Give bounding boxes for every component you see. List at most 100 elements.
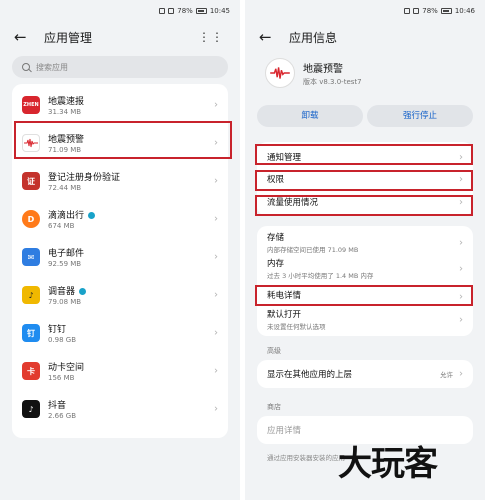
chevron-right-icon: › bbox=[214, 289, 218, 301]
app-size: 2.66 GB bbox=[48, 412, 77, 420]
more-options-icon[interactable]: ⋮⋮ bbox=[198, 30, 224, 44]
app-icon-text: ♪ bbox=[28, 404, 34, 414]
watermark-text: 大玩客 bbox=[338, 444, 438, 484]
row-label: 应用详情 bbox=[267, 426, 302, 436]
app-icon-text: D bbox=[27, 214, 35, 224]
row-label: 通知管理 bbox=[267, 153, 302, 163]
app-size: 79.08 MB bbox=[48, 298, 82, 306]
app-icon-text: 证 bbox=[27, 176, 35, 186]
app-icon-text: 卡 bbox=[27, 366, 35, 376]
chevron-right-icon: › bbox=[214, 327, 218, 339]
app-size: 92.59 MB bbox=[48, 260, 82, 268]
app-header: 地震预警 版本 v8.3.0-test7 bbox=[265, 58, 362, 88]
battery-usage-row[interactable]: 耗电详情 › bbox=[257, 289, 473, 305]
permissions-row[interactable]: 权限 › bbox=[257, 170, 473, 190]
list-item-app-3[interactable]: D 滴滴出行 674 MB › bbox=[12, 200, 228, 238]
row-sublabel: 未设置任何默认选项 bbox=[267, 323, 326, 331]
memory-row[interactable]: 内存 过去 3 小时平均使用了 1.4 MB 内存 › bbox=[257, 257, 473, 280]
notification-row[interactable]: 通知管理 › bbox=[257, 148, 473, 168]
section-header-advanced: 高级 bbox=[267, 347, 281, 355]
install-source-note: 通过应用安装器安装的应用 bbox=[267, 454, 345, 462]
row-label: 流量使用情况 bbox=[267, 198, 319, 208]
app-size: 156 MB bbox=[48, 374, 75, 382]
app-name: 滴滴出行 bbox=[48, 208, 96, 221]
status-icons: 78% 10:45 bbox=[159, 7, 230, 15]
list-item-app-4[interactable]: ✉ 电子邮件 92.59 MB › bbox=[12, 238, 228, 276]
chevron-right-icon: › bbox=[214, 213, 218, 225]
row-label: 权限 bbox=[267, 175, 285, 185]
clock: 10:45 bbox=[209, 7, 230, 15]
app-size: 0.98 GB bbox=[48, 336, 77, 344]
signal-icon bbox=[159, 8, 166, 14]
app-icon-dingtalk: 钉 bbox=[22, 324, 40, 342]
page-title: 应用信息 bbox=[289, 30, 338, 45]
app-name: 抖音 bbox=[48, 401, 67, 411]
search-input[interactable]: 搜索应用 bbox=[12, 56, 228, 78]
search-placeholder: 搜索应用 bbox=[36, 62, 68, 72]
back-arrow-icon[interactable]: ← bbox=[259, 28, 279, 46]
list-item-app-5[interactable]: ♪ 调音器 79.08 MB › bbox=[12, 276, 228, 314]
clock: 10:46 bbox=[454, 7, 475, 15]
settings-group-1: 通知管理 › 权限 › 流量使用情况 › bbox=[257, 142, 473, 216]
list-item-app-0[interactable]: ZHEN 地震速报 31.34 MB › bbox=[12, 86, 228, 124]
chevron-right-icon: › bbox=[214, 251, 218, 263]
battery-icon bbox=[195, 8, 207, 14]
app-details-row[interactable]: 应用详情 bbox=[257, 424, 473, 436]
data-usage-row[interactable]: 流量使用情况 › bbox=[257, 193, 473, 213]
force-stop-button[interactable]: 强行停止 bbox=[367, 105, 473, 127]
status-icons: 78% 10:46 bbox=[404, 7, 475, 15]
settings-group-3: 显示在其他应用的上层 允许 › bbox=[257, 360, 473, 388]
seismic-wave-icon bbox=[24, 138, 38, 148]
app-name: 地震预警 bbox=[303, 63, 343, 75]
app-name: 登记注册身份验证 bbox=[48, 173, 121, 183]
section-header-store: 商店 bbox=[267, 403, 281, 411]
app-info-screen: 78% 10:46 ← 应用信息 地震预警 版本 v8.3.0-test7 卸载… bbox=[245, 0, 485, 500]
row-label: 耗电详情 bbox=[267, 291, 302, 301]
row-sublabel: 内部存储空间已使用 71.09 MB bbox=[267, 246, 359, 254]
battery-percent: 78% bbox=[422, 7, 438, 15]
app-name: 地震速报 bbox=[48, 97, 85, 107]
storage-row[interactable]: 存储 内部存储空间已使用 71.09 MB › bbox=[257, 231, 473, 254]
battery-percent: 78% bbox=[177, 7, 193, 15]
back-arrow-icon[interactable]: ← bbox=[14, 28, 34, 46]
status-bar: 78% 10:46 bbox=[245, 0, 485, 22]
app-icon-text: ♪ bbox=[28, 290, 34, 300]
app-management-screen: 78% 10:45 ← 应用管理 ⋮⋮ 搜索应用 ZHEN 地震速报 31.34 … bbox=[0, 0, 240, 500]
chevron-right-icon: › bbox=[214, 137, 218, 149]
row-label: 内存 bbox=[267, 259, 285, 269]
title-bar: ← 应用信息 bbox=[245, 22, 485, 52]
app-icon-earthquake-warning bbox=[265, 58, 295, 88]
chevron-right-icon: › bbox=[459, 291, 463, 303]
list-item-app-8[interactable]: ♪ 抖音 2.66 GB › bbox=[12, 390, 228, 428]
status-bar: 78% 10:45 bbox=[0, 0, 240, 22]
default-open-row[interactable]: 默认打开 未设置任何默认选项 › bbox=[257, 308, 473, 331]
seismic-wave-icon bbox=[270, 67, 290, 79]
app-name: 电子邮件 bbox=[48, 249, 85, 259]
app-name: 钉钉 bbox=[48, 325, 67, 335]
page-title: 应用管理 bbox=[44, 30, 93, 45]
list-item-app-6[interactable]: 钉 钉钉 0.98 GB › bbox=[12, 314, 228, 352]
app-icon-tuner: ♪ bbox=[22, 286, 40, 304]
uninstall-button[interactable]: 卸载 bbox=[257, 105, 363, 127]
display-over-apps-row[interactable]: 显示在其他应用的上层 允许 › bbox=[257, 368, 473, 381]
row-label: 默认打开 bbox=[267, 310, 302, 320]
app-name: 动卡空间 bbox=[48, 363, 85, 373]
app-icon-douyin: ♪ bbox=[22, 400, 40, 418]
chevron-right-icon: › bbox=[214, 175, 218, 187]
list-item-app-1[interactable]: 地震预警 71.09 MB › bbox=[12, 124, 228, 162]
chevron-right-icon: › bbox=[214, 365, 218, 377]
chevron-right-icon: › bbox=[459, 263, 463, 274]
app-size: 31.34 MB bbox=[48, 108, 82, 116]
app-list: ZHEN 地震速报 31.34 MB › 地震预警 71.09 MB › 证 登记注… bbox=[12, 84, 228, 438]
chevron-right-icon: › bbox=[459, 237, 463, 248]
row-value: 允许 bbox=[440, 371, 453, 379]
list-item-app-2[interactable]: 证 登记注册身份验证 72.44 MB › bbox=[12, 162, 228, 200]
chevron-right-icon: › bbox=[459, 368, 463, 380]
app-name: 调音器 bbox=[48, 284, 87, 297]
app-name-text: 滴滴出行 bbox=[48, 211, 85, 221]
verified-shield-icon bbox=[79, 288, 87, 295]
chevron-right-icon: › bbox=[214, 403, 218, 415]
app-icon-text: ✉ bbox=[27, 252, 35, 262]
list-item-app-7[interactable]: 卡 动卡空间 156 MB › bbox=[12, 352, 228, 390]
app-size: 71.09 MB bbox=[48, 146, 82, 154]
